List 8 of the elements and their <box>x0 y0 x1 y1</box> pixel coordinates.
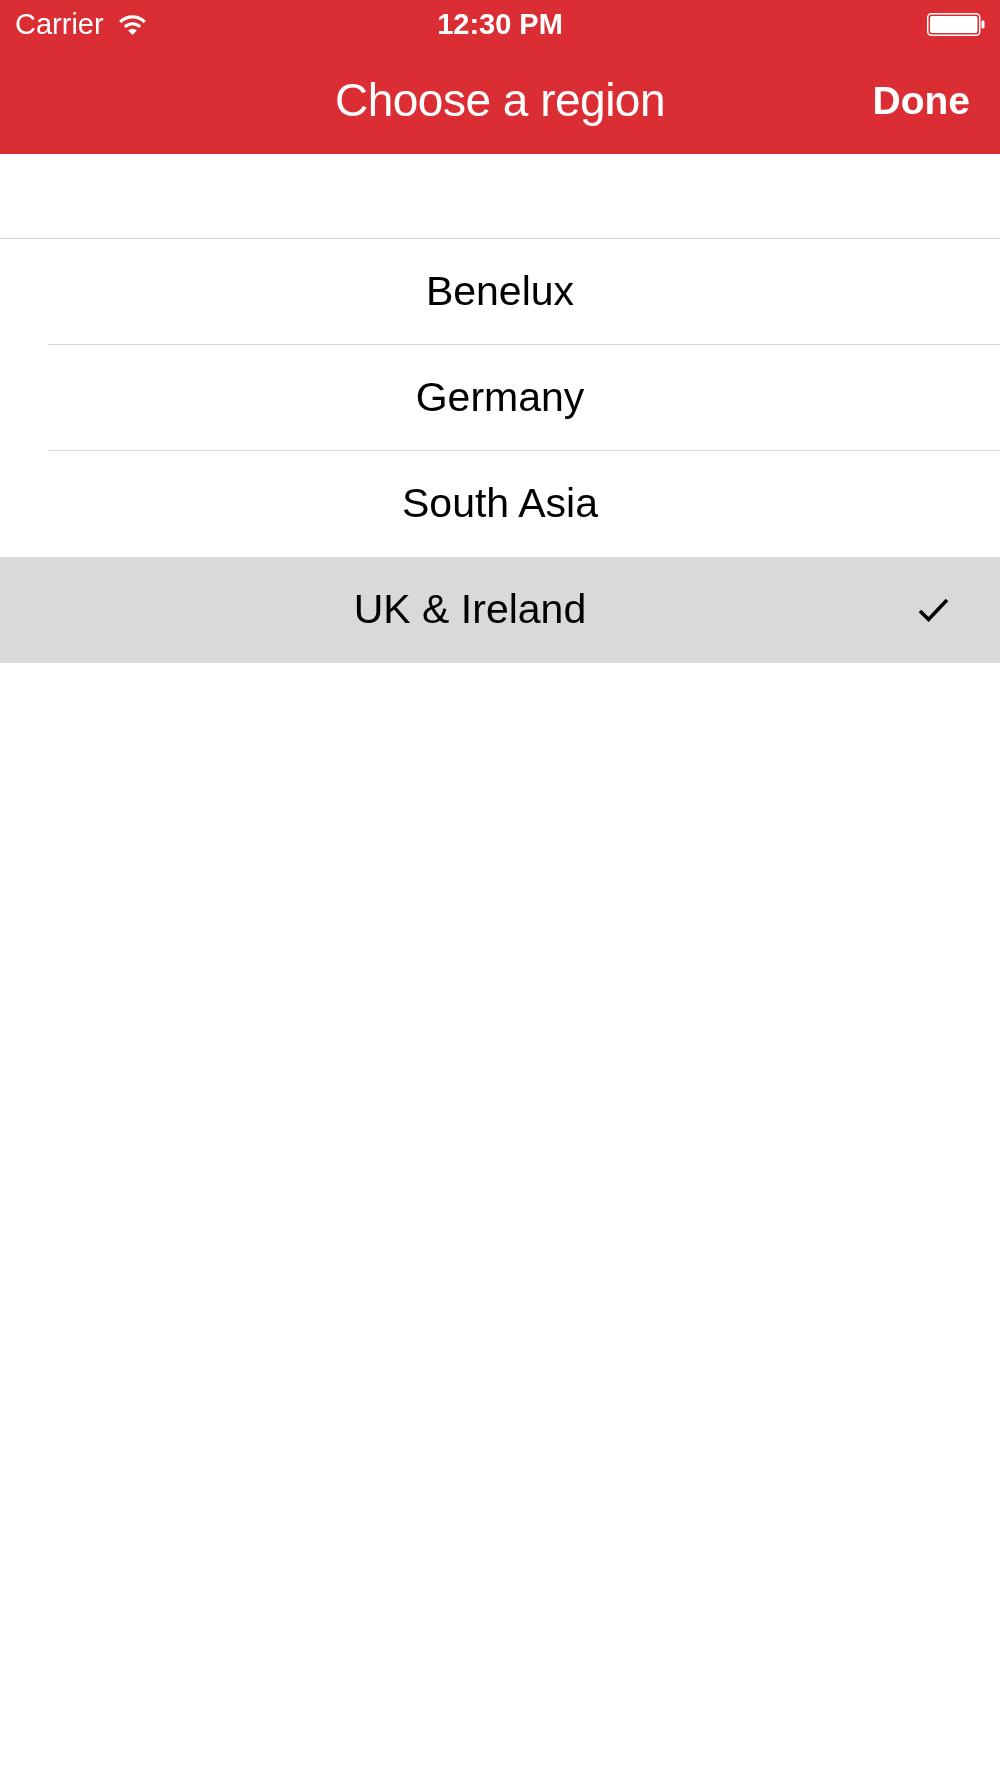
time-label: 12:30 PM <box>437 9 563 39</box>
wifi-icon <box>117 13 147 35</box>
nav-title: Choose a region <box>334 73 666 129</box>
carrier-label: Carrier <box>15 9 104 39</box>
done-button[interactable]: Done <box>872 77 970 125</box>
checkmark-icon <box>918 597 949 623</box>
region-row[interactable]: UK & Ireland <box>0 557 1000 663</box>
battery-icon <box>927 12 985 36</box>
